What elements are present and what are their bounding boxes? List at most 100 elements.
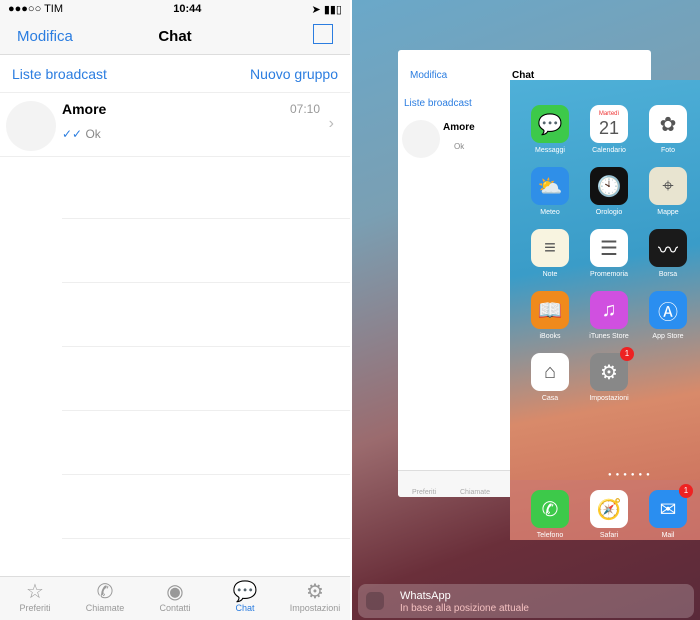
tab-icon: ⚙ — [306, 581, 324, 603]
notification-text: In base alla posizione attuale — [400, 603, 529, 614]
app-label: iBooks — [539, 333, 561, 340]
compose-icon[interactable] — [313, 24, 333, 44]
clock: 10:44 — [173, 3, 202, 15]
app-icon: Martedì 21 — [590, 105, 628, 143]
status-bar: ●●●○○ TIM 10:44 ➤ ▮▮▯ — [0, 0, 350, 18]
chevron-right-icon: › — [328, 115, 334, 132]
tab-label: Impostazioni — [289, 603, 341, 613]
app-icon: ⌖ — [649, 167, 687, 205]
tab-label: Chat — [235, 603, 255, 613]
app-ibooks[interactable]: 📖 iBooks — [522, 291, 578, 340]
app-icon: ✉ 1 — [649, 484, 693, 528]
tab-chiamate[interactable]: ✆ Chiamate — [70, 577, 140, 620]
notification-app: WhatsApp — [400, 590, 451, 602]
icon-glyph: ✉ — [659, 498, 677, 521]
app-meteo[interactable]: ⛅ Meteo — [522, 167, 578, 216]
broadcast-lists-link[interactable]: Liste broadcast — [12, 66, 107, 82]
tab-icon: ◉ — [166, 581, 184, 603]
icon-glyph: ✿ — [659, 113, 677, 136]
app-app-store[interactable]: Ⓐ App Store — [640, 291, 696, 340]
app-label: Impostazioni — [589, 395, 629, 402]
chat-row[interactable]: Amore 07:10 ✓✓ Ok › — [0, 93, 350, 157]
chat-message: Ok — [85, 127, 101, 141]
icon-glyph: 📖 — [537, 299, 563, 322]
icon-glyph: ⌂ — [543, 360, 557, 383]
app-itunes-store[interactable]: ♫ iTunes Store — [581, 291, 637, 340]
app-label: Note — [542, 271, 558, 278]
new-group-link[interactable]: Nuovo gruppo — [250, 66, 338, 82]
whatsapp-screen: ●●●○○ TIM 10:44 ➤ ▮▮▯ Modifica Chat List… — [0, 0, 350, 620]
app-impostazioni[interactable]: ⚙ 1 Impostazioni — [581, 347, 637, 402]
card-broadcast: Liste broadcast — [404, 98, 472, 109]
app-label: Casa — [541, 395, 559, 402]
app-mail[interactable]: ✉ 1 Mail — [640, 484, 696, 539]
card-chat-message: Ok — [454, 142, 465, 151]
app-safari[interactable]: 🧭 Safari — [581, 490, 637, 539]
icon-glyph: ♫ — [601, 298, 617, 321]
tab-preferiti[interactable]: ☆ Preferiti — [0, 577, 70, 620]
app-foto[interactable]: ✿ Foto — [640, 105, 696, 154]
icon-glyph: 🧭 — [596, 498, 622, 521]
card-tab-preferiti: Preferiti — [412, 489, 437, 496]
tab-bar: ☆ Preferiti ✆ Chiamate ◉ Contatti 💬 Chat ⚙ Impost… — [0, 576, 350, 620]
app-note[interactable]: ≡ Note — [522, 229, 578, 278]
card-chat-name: Amore — [443, 122, 475, 133]
app-switcher: Modifica Chat Liste broadcast Amore Ok P… — [352, 0, 700, 620]
app-label: Meteo — [540, 209, 560, 216]
icon-glyph: 💬 — [537, 113, 563, 136]
icon-glyph: 🕙 — [596, 175, 622, 198]
app-label: App Store — [652, 333, 684, 340]
tab-label: Chiamate — [85, 603, 125, 613]
home-screen-card[interactable]: ●●●●●● ✆ Telefono 🧭 Safari ✉ 1 Mail 💬 Messaggi M… — [510, 80, 700, 540]
tab-label: Contatti — [159, 603, 191, 613]
app-icon: Ⓐ — [649, 291, 687, 329]
battery-icon: ➤ ▮▮▯ — [311, 3, 342, 16]
tab-label: Preferiti — [19, 603, 51, 613]
app-calendario[interactable]: Martedì 21 Calendario — [581, 105, 637, 154]
app-orologio[interactable]: 🕙 Orologio — [581, 167, 637, 216]
page-indicator: ●●●●●● — [608, 472, 654, 478]
carrier: ●●●○○ TIM — [8, 3, 64, 15]
icon-glyph: 〰 — [658, 239, 678, 262]
nav-bar: Modifica Chat — [0, 18, 350, 55]
app-label: Borsa — [658, 271, 678, 278]
app-label: Orologio — [595, 209, 623, 216]
tab-chat[interactable]: 💬 Chat — [210, 577, 280, 620]
app-icon: ☰ — [590, 229, 628, 267]
app-icon: ⛅ — [531, 167, 569, 205]
app-icon: 〰 — [649, 229, 687, 267]
app-telefono[interactable]: ✆ Telefono — [522, 490, 578, 539]
app-borsa[interactable]: 〰 Borsa — [640, 229, 696, 278]
app-label: Messaggi — [535, 147, 565, 154]
app-label: Calendario — [592, 147, 626, 154]
icon-glyph: 21 — [598, 117, 620, 138]
app-messaggi[interactable]: 💬 Messaggi — [522, 105, 578, 154]
tab-contatti[interactable]: ◉ Contatti — [140, 577, 210, 620]
read-ticks-icon: ✓✓ — [62, 127, 83, 141]
app-mappe[interactable]: ⌖ Mappe — [640, 167, 696, 216]
avatar — [6, 101, 56, 151]
page-title: Chat — [158, 28, 192, 45]
icon-glyph: ≡ — [544, 236, 556, 259]
app-icon: ⌂ — [531, 353, 569, 391]
chat-name: Amore — [62, 101, 107, 117]
app-icon: 📖 — [531, 291, 569, 329]
card-edit: Modifica — [410, 70, 448, 81]
app-label: iTunes Store — [589, 333, 629, 340]
tab-icon: ☆ — [26, 581, 44, 603]
app-icon: 🧭 — [590, 490, 628, 528]
icon-glyph: Ⓐ — [658, 301, 678, 324]
icon-glyph: ✆ — [541, 498, 559, 521]
icon-glyph: ☰ — [600, 237, 618, 260]
app-icon: ✿ — [649, 105, 687, 143]
app-label: Foto — [660, 147, 675, 154]
app-icon: ≡ — [531, 229, 569, 267]
tab-impostazioni[interactable]: ⚙ Impostazioni — [280, 577, 350, 620]
dock: ✆ Telefono 🧭 Safari ✉ 1 Mail — [510, 480, 700, 540]
app-casa[interactable]: ⌂ Casa — [522, 353, 578, 402]
app-label: Mappe — [657, 209, 679, 216]
tab-icon: 💬 — [232, 581, 258, 603]
chat-time: 07:10 — [289, 102, 320, 116]
app-promemoria[interactable]: ☰ Promemoria — [581, 229, 637, 278]
notification-banner[interactable]: WhatsApp In base alla posizione attuale — [358, 584, 694, 618]
